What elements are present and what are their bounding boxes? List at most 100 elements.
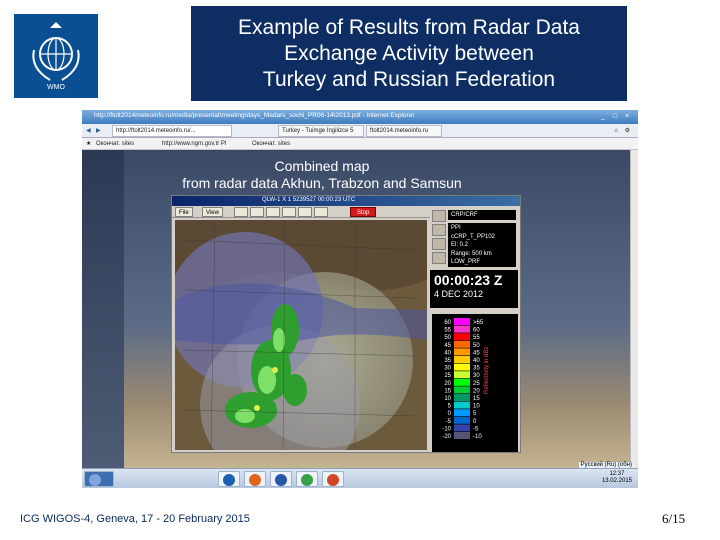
legend-label-right: -10 <box>473 434 482 440</box>
radar-app-titlebar: QLW-1 X 1 5239527 00:00:23 UTC <box>172 196 520 206</box>
date-value: 4 DEC 2012 <box>434 289 484 299</box>
menu-file[interactable]: File <box>175 207 193 217</box>
legend-swatch <box>454 348 470 356</box>
grid-icon[interactable] <box>432 252 446 264</box>
tab-meteoinfo[interactable]: ftolt2014.meteoinfo.ru <box>366 125 442 137</box>
system-clock: 12:37 13.02.2015 <box>602 471 632 485</box>
info-line-4: Range: 500 km <box>451 250 492 257</box>
vertical-scrollbar[interactable] <box>630 150 638 468</box>
legend-label-right: 50 <box>473 343 480 349</box>
legend-label-right: 45 <box>473 350 480 356</box>
info-line-1: PPI <box>451 225 461 231</box>
radar-side-panel: CRP/CRF PPI cCRP_T_PP102 El: 0.2 Range: … <box>430 208 520 452</box>
legend-label-left: -20 <box>442 434 451 440</box>
stop-button[interactable]: Stop <box>350 207 377 217</box>
legend-label-left: 15 <box>444 388 451 394</box>
legend-swatch <box>454 416 470 424</box>
info-line-2: cCRP_T_PP102 <box>451 233 496 240</box>
legend-swatch <box>454 432 470 439</box>
pdf-content: Combined map from radar data Akhun, Trab… <box>82 150 638 468</box>
forward-icon[interactable]: ▶ <box>96 126 101 136</box>
tab-turkey[interactable]: Turkey - Tuimge Ingilizce 5 <box>278 125 364 137</box>
legend-label-left: 45 <box>444 343 451 349</box>
legend-swatch <box>454 424 470 432</box>
legend-label-left: 55 <box>444 328 451 334</box>
slide-page-number: 6/15 <box>662 511 686 526</box>
address-input[interactable]: http://ftolt2014.meteoinfo.ru/... <box>112 125 232 137</box>
favorites-bar: ★ Окончат. sitеs http://www.ngm.gov.tr P… <box>82 138 638 150</box>
legend-label-right: 20 <box>473 388 480 394</box>
legend-label-left: -5 <box>446 419 452 425</box>
zoom-icon[interactable] <box>234 207 248 217</box>
legend-label-right: 10 <box>473 404 480 410</box>
radar-map-graphic <box>175 220 427 450</box>
legend-label-left: 25 <box>444 373 451 379</box>
home-icon[interactable]: ⌂ <box>614 126 618 136</box>
legend-label-right: -5 <box>473 426 479 432</box>
legend-swatch <box>454 409 470 417</box>
taskbar: Русский (Ru) (обн) 12:37 13.02.2015 <box>82 462 638 488</box>
taskbar-word-icon[interactable] <box>270 471 292 487</box>
legend-label-left: 60 <box>444 320 451 326</box>
language-indicator: Русский (Ru) (обн) <box>578 462 634 468</box>
legend-label-right: 30 <box>473 373 480 379</box>
legend-label-right: 35 <box>473 366 480 372</box>
product-select[interactable]: CRP/CRF <box>448 210 516 220</box>
prev-icon[interactable] <box>282 207 296 217</box>
radar-icon[interactable] <box>432 224 446 236</box>
legend-graphic: 60 >6555 6050 5545 5040 4535 4030 3525 3020 2515 2… <box>442 318 484 440</box>
legend-swatch <box>454 356 470 363</box>
legend-swatch <box>454 378 470 386</box>
address-bar: ◀ ▶ http://ftolt2014.meteoinfo.ru/... Tu… <box>82 124 638 138</box>
next-icon[interactable] <box>314 207 328 217</box>
mode-icon[interactable] <box>432 210 446 222</box>
minimize-icon[interactable]: _ <box>598 112 608 121</box>
radar-map[interactable] <box>175 220 427 450</box>
legend-label-right: 5 <box>473 411 477 417</box>
legend-caption: Reflectivity in dBz <box>484 346 490 394</box>
taskbar-firefox-icon[interactable] <box>244 471 266 487</box>
settings-icon[interactable]: ⚙ <box>625 126 630 136</box>
pan-icon[interactable] <box>250 207 264 217</box>
favorite-link-3[interactable]: Окончат. sitеs <box>252 139 290 149</box>
legend-label-left: 5 <box>448 404 452 410</box>
legend-label-right: 55 <box>473 335 480 341</box>
wmo-logo: WMO <box>14 14 98 98</box>
time-value: 00:00:23 Z <box>434 272 503 288</box>
play-icon[interactable] <box>298 207 312 217</box>
legend-swatch <box>454 363 470 371</box>
layers-icon[interactable] <box>266 207 280 217</box>
legend-swatch <box>454 333 470 341</box>
legend-swatch <box>454 318 470 325</box>
browser-title: http://ftolt2014meteoinfo.ru/media/prese… <box>94 112 415 119</box>
start-button[interactable] <box>84 471 114 487</box>
maximize-icon[interactable]: □ <box>610 112 620 121</box>
radar-app-window: QLW-1 X 1 5239527 00:00:23 UTC File View… <box>171 195 521 453</box>
legend-label-left: 10 <box>444 396 451 402</box>
legend-label-left: 50 <box>444 335 451 341</box>
info-line-3: El: 0.2 <box>451 242 469 249</box>
legend-label-left: 35 <box>444 358 451 364</box>
slide-title-box: Example of Results from Radar Data Excha… <box>191 6 627 101</box>
taskbar-outlook-icon[interactable] <box>218 471 240 487</box>
back-icon[interactable]: ◀ <box>86 126 91 136</box>
favorites-star-icon[interactable]: ★ <box>86 139 91 149</box>
favorite-link-2[interactable]: http://www.ngm.gov.tr PI <box>162 139 227 149</box>
browser-titlebar: http://ftolt2014meteoinfo.ru/media/prese… <box>82 110 638 124</box>
palette-icon[interactable] <box>432 238 446 250</box>
legend-label-left: 20 <box>444 381 451 387</box>
menu-view[interactable]: View <box>202 207 223 217</box>
legend-label-right: 25 <box>473 381 480 387</box>
legend-label-right: >65 <box>473 320 484 326</box>
legend-label-right: 40 <box>473 358 480 364</box>
legend-swatch <box>454 340 470 348</box>
taskbar-powerpoint-icon[interactable] <box>322 471 344 487</box>
content-title: Combined map from radar data Akhun, Trab… <box>182 158 462 191</box>
slide-title: Example of Results from Radar Data Excha… <box>238 15 580 91</box>
color-legend: 60 >65 55 60 50 55 45 50 40 45 35 40 30 35 25 30 20 25 15 2… <box>432 314 518 452</box>
close-icon[interactable]: × <box>622 112 632 121</box>
legend-label-left: 30 <box>444 366 451 372</box>
taskbar-chrome-icon[interactable] <box>296 471 318 487</box>
clock-date: 13.02.2015 <box>601 478 632 484</box>
favorite-link-1[interactable]: Окончат. sitеs <box>96 139 134 149</box>
